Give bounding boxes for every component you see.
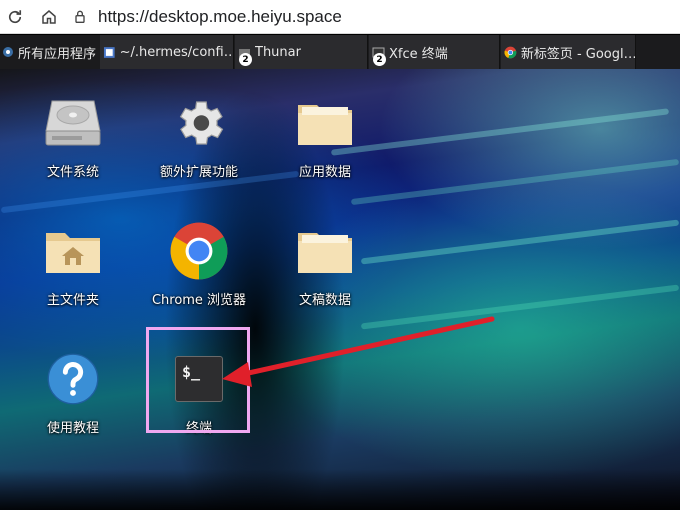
site-info-icon[interactable] <box>72 9 88 25</box>
task-label: Xfce 终端 <box>389 46 448 62</box>
task-label: ~/.hermes/confi… <box>119 44 233 60</box>
window-count-badge: 2 <box>373 53 386 66</box>
home-icon <box>42 10 56 24</box>
window-count-badge: 2 <box>239 53 252 66</box>
xfce-panel: 所有应用程序 ~/.hermes/confi… Thunar 2 Xfce 终端… <box>0 35 680 69</box>
url-text: https://desktop.moe.heiyu.space <box>98 7 342 26</box>
reload-icon <box>8 10 22 24</box>
task-xfce-terminal[interactable]: Xfce 终端 2 <box>369 35 500 69</box>
task-label: 新标签页 - Googl… <box>520 46 635 62</box>
xfce-mouse-icon <box>3 47 13 57</box>
desktop[interactable]: 文件系统 额外扩展功能 应用数据 主文件夹 Chrome 浏览器 文稿数据 使用… <box>0 69 680 510</box>
task-label: Thunar <box>255 44 301 60</box>
chrome-small-icon <box>504 46 517 58</box>
task-hermes-config[interactable]: ~/.hermes/confi… <box>100 35 234 69</box>
task-chrome-new-tab[interactable]: 新标签页 - Googl… <box>501 35 636 69</box>
applications-menu-label: 所有应用程序 <box>18 46 97 62</box>
reload-button[interactable] <box>4 6 26 28</box>
applications-menu-button[interactable]: 所有应用程序 <box>0 35 98 69</box>
task-thunar[interactable]: Thunar 2 <box>235 35 368 69</box>
text-editor-icon <box>103 46 115 58</box>
address-bar[interactable]: https://desktop.moe.heiyu.space <box>72 3 672 31</box>
home-button[interactable] <box>38 6 60 28</box>
browser-toolbar: https://desktop.moe.heiyu.space <box>0 0 680 34</box>
annotation-arrow <box>222 316 495 387</box>
